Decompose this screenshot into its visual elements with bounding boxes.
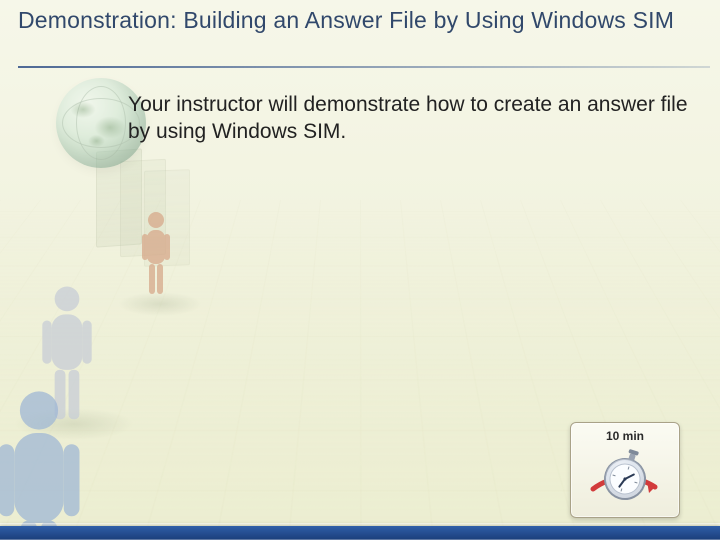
bottom-accent-bar [0, 526, 720, 540]
title-underline [18, 66, 710, 68]
title-container: Demonstration: Building an Answer File b… [18, 6, 710, 41]
timer-label: 10 min [606, 429, 644, 443]
slide: Demonstration: Building an Answer File b… [0, 0, 720, 540]
person-icon [136, 210, 176, 300]
timer-badge: 10 min [570, 422, 680, 518]
slide-title: Demonstration: Building an Answer File b… [18, 6, 710, 35]
person-icon [0, 390, 84, 540]
slide-body: Your instructor will demonstrate how to … [128, 92, 692, 146]
stopwatch-icon [589, 445, 661, 509]
